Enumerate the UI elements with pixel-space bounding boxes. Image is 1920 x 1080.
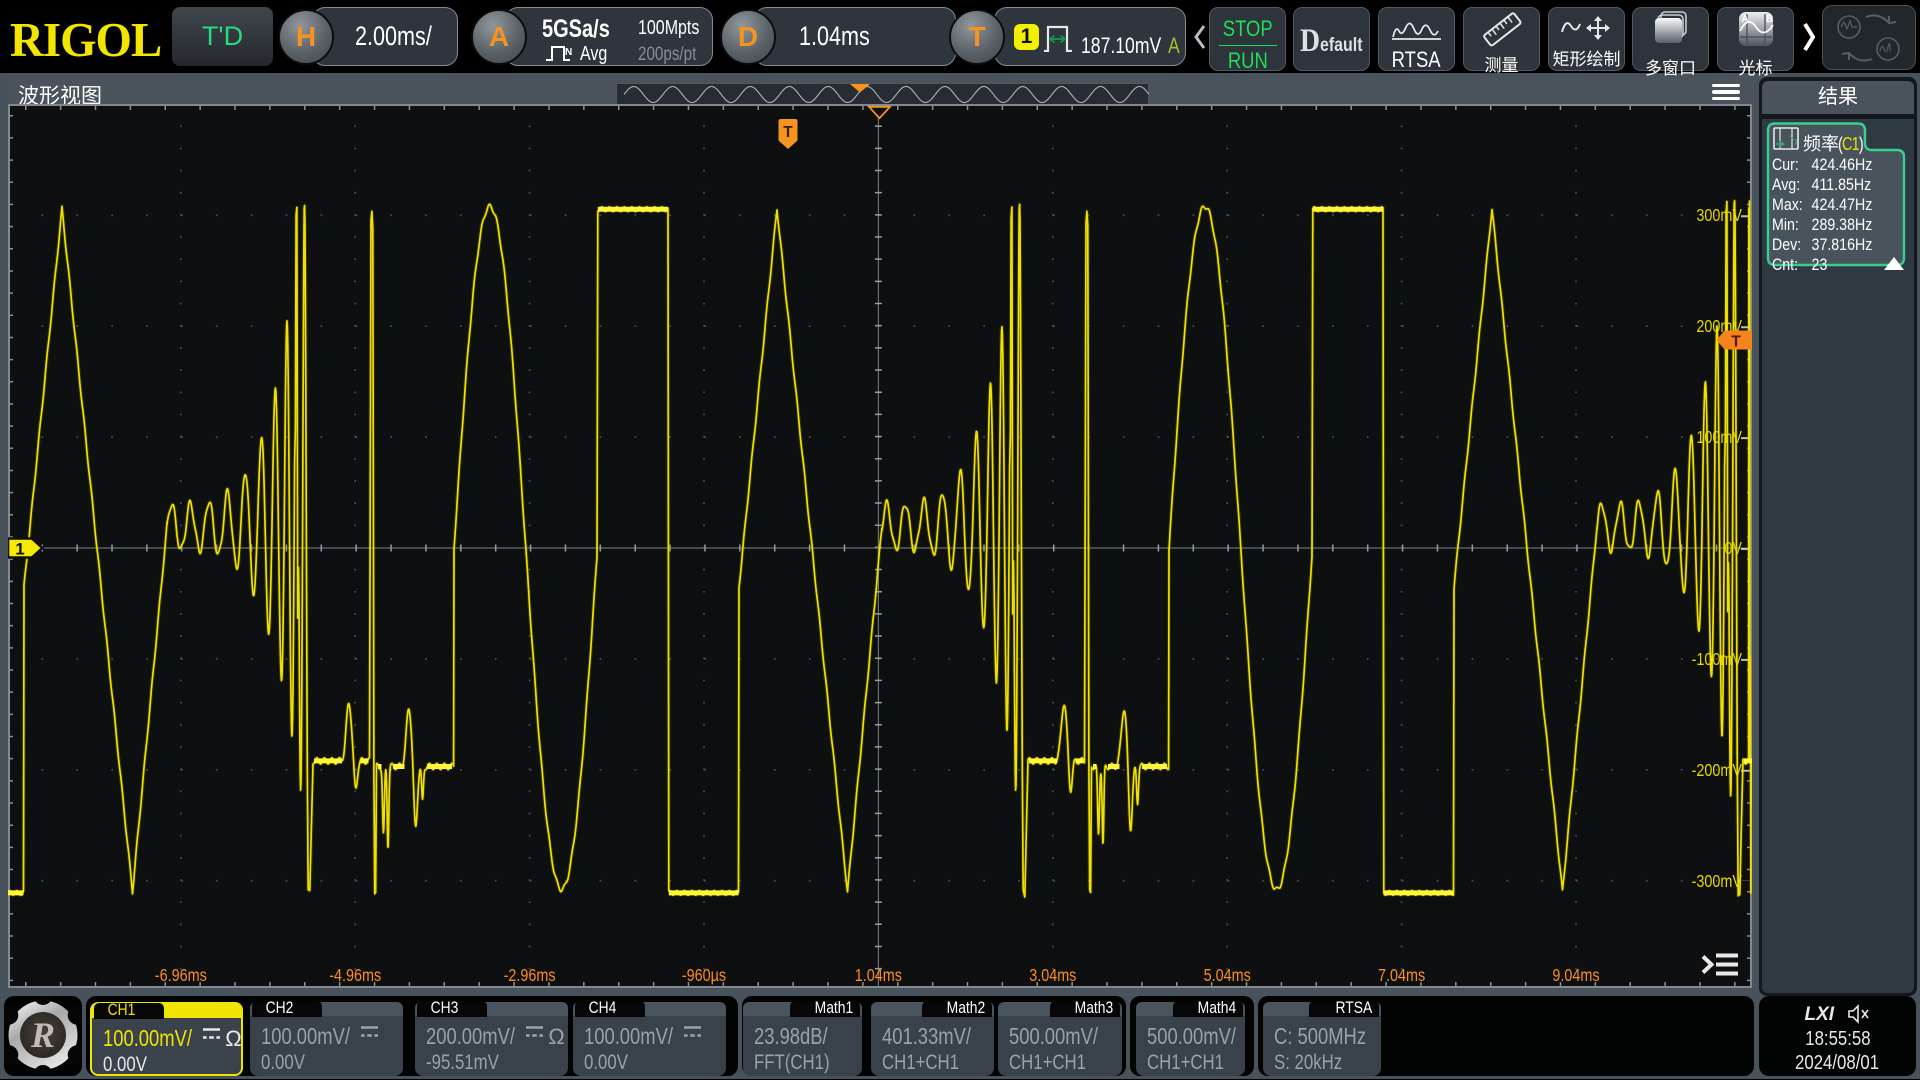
svg-text:9.04ms: 9.04ms (1552, 966, 1599, 986)
svg-text:T: T (783, 124, 793, 141)
svg-text:-960µs: -960µs (682, 966, 726, 986)
svg-text:3.04ms: 3.04ms (1029, 966, 1076, 986)
svg-text:-2.96ms: -2.96ms (504, 966, 556, 986)
svg-text:T: T (1731, 334, 1741, 351)
svg-text:1.04ms: 1.04ms (855, 966, 902, 986)
svg-text:A: A (1741, 14, 1748, 25)
svg-text:R: R (30, 1015, 55, 1055)
svg-text:1: 1 (15, 540, 24, 559)
svg-text:5.04ms: 5.04ms (1204, 966, 1251, 986)
svg-text:7.04ms: 7.04ms (1378, 966, 1425, 986)
svg-text:-6.96ms: -6.96ms (155, 966, 207, 986)
svg-text:-300mV: -300mV (1692, 872, 1742, 892)
svg-text:-100mV: -100mV (1692, 650, 1742, 670)
svg-text:-4.96ms: -4.96ms (329, 966, 381, 986)
svg-text:B: B (1766, 14, 1773, 25)
svg-text:N: N (565, 47, 572, 58)
svg-text:-200mV: -200mV (1692, 761, 1742, 781)
